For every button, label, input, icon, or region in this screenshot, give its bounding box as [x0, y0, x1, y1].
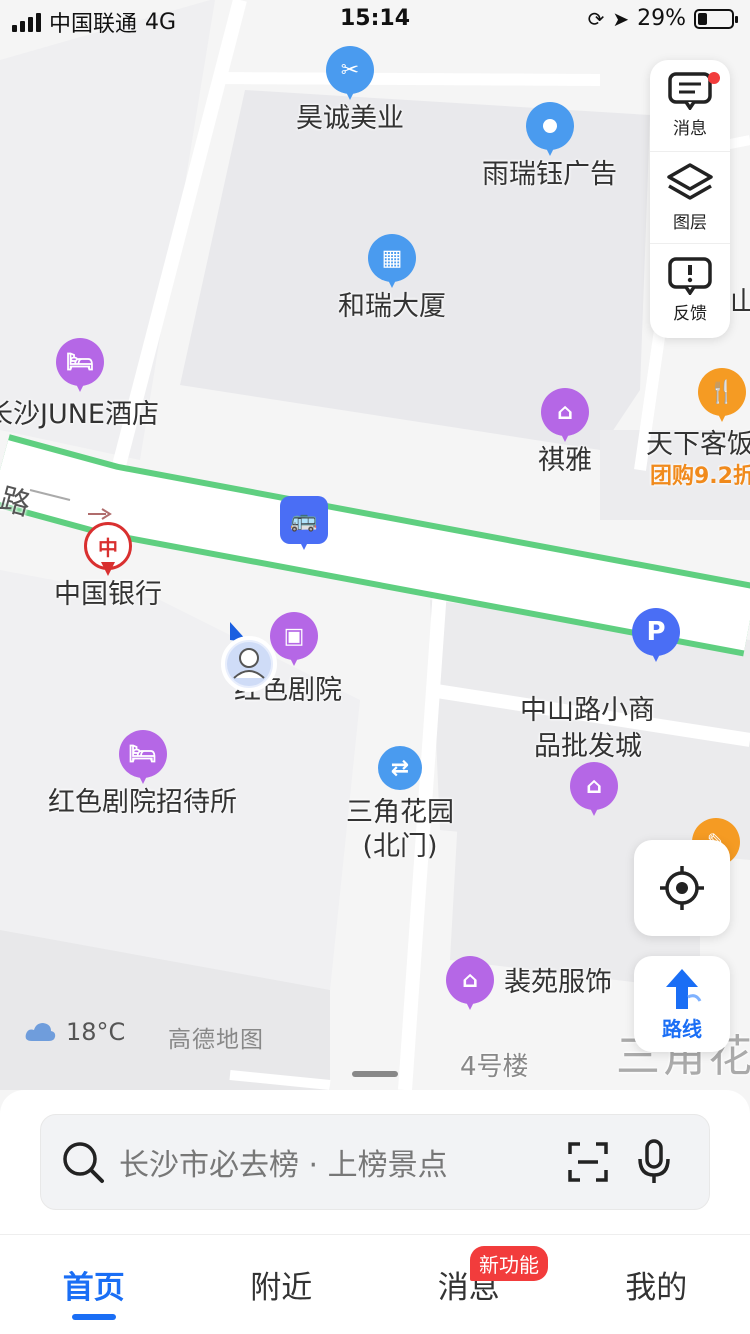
hotel-icon: 🛏	[118, 730, 167, 786]
tab-mine[interactable]: 我的	[563, 1235, 750, 1334]
user-location-marker[interactable]	[220, 620, 278, 692]
poi-peiyuan-label: 裴苑服饰	[504, 967, 612, 998]
battery-percent: 29%	[637, 6, 686, 31]
location-dot-icon	[525, 102, 574, 158]
poi-bank-of-china[interactable]: 中 中国银行	[54, 522, 162, 612]
poi-theater-guesthouse[interactable]: 🛏 红色剧院招待所	[48, 730, 237, 820]
building-icon: ▦	[368, 234, 416, 290]
bottom-sheet: 长沙市必去榜 · 上榜景点	[0, 1090, 750, 1240]
location-arrow-icon	[221, 622, 277, 692]
search-placeholder: 长沙市必去榜 · 上榜景点	[119, 1148, 448, 1183]
shop-icon[interactable]: ⌂	[570, 762, 618, 818]
poi-haocheng-beauty[interactable]: ✂ 昊诚美业	[296, 46, 404, 136]
feedback-label: 反馈	[673, 303, 707, 324]
map-tool-panel: 消息 图层 反馈	[650, 60, 730, 338]
building-4-label: 4号楼	[460, 1052, 529, 1082]
tab-home-label: 首页	[62, 1270, 125, 1306]
locate-me-button[interactable]	[634, 840, 730, 936]
parking-icon[interactable]: P	[632, 608, 680, 664]
entrance-icon: ⇄	[378, 746, 422, 796]
message-icon	[668, 72, 712, 110]
bank-icon: 中	[84, 522, 132, 578]
road-label-right: 山	[730, 287, 750, 318]
search-bar[interactable]: 长沙市必去榜 · 上榜景点	[40, 1114, 710, 1210]
poi-label: 雨瑞钰广告	[482, 159, 617, 190]
tab-bar: 首页 附近 消息 我的	[0, 1234, 750, 1334]
scan-icon[interactable]	[567, 1141, 609, 1183]
sheet-drag-handle[interactable]	[352, 1071, 398, 1077]
status-bar: 中国联通 4G 15:14 ⟳ ➤ 29%	[0, 0, 750, 40]
hotel-icon[interactable]: 🛏	[56, 338, 104, 394]
microphone-icon[interactable]	[637, 1139, 671, 1185]
location-services-icon: ➤	[612, 6, 630, 31]
messages-button[interactable]: 消息	[650, 60, 730, 152]
new-feature-badge: 新功能	[470, 1246, 548, 1281]
poi-zhongshan-mall-label-2: 品批发城	[534, 731, 642, 762]
poi-yurui-ads[interactable]: 雨瑞钰广告	[482, 102, 617, 192]
tab-nearby-label: 附近	[250, 1270, 313, 1306]
tab-home[interactable]: 首页	[0, 1235, 188, 1334]
poi-label: 三角花园	[346, 797, 454, 828]
feedback-icon	[668, 256, 712, 295]
route-arrow-icon	[666, 968, 702, 1009]
tab-nearby[interactable]: 附近	[188, 1235, 376, 1334]
poi-zhongshan-mall-label-1: 中山路小商	[520, 695, 655, 726]
clothing-shop-icon[interactable]: ⌂	[446, 956, 494, 1012]
poi-tianxia-label: 天下客饭	[646, 429, 750, 460]
poi-label: 昊诚美业	[296, 103, 404, 134]
poi-qiya[interactable]: ⌂ 祺雅	[538, 388, 592, 478]
layers-button[interactable]: 图层	[650, 152, 730, 244]
poi-label: 红色剧院招待所	[48, 787, 237, 818]
route-button[interactable]: 路线	[634, 956, 730, 1052]
poi-sanjiao-garden-north[interactable]: ⇄ 三角花园 (北门)	[346, 746, 454, 864]
weather-widget[interactable]: 18°C	[24, 1018, 125, 1046]
map-brand-logo: 高德地图	[168, 1027, 264, 1053]
crosshair-icon	[660, 866, 704, 910]
poi-label-sub: (北门)	[362, 831, 438, 862]
bus-stop-icon[interactable]: 🚌	[280, 496, 328, 552]
poi-june-hotel-label: 长沙JUNE酒店	[0, 399, 159, 430]
layers-icon	[667, 163, 713, 200]
poi-label: 和瑞大厦	[338, 291, 446, 322]
messages-label: 消息	[673, 119, 707, 139]
search-icon	[63, 1142, 104, 1183]
shop-icon: ⌂	[541, 388, 589, 444]
tab-mine-label: 我的	[625, 1270, 688, 1306]
rotation-lock-icon: ⟳	[587, 6, 605, 31]
active-tab-indicator	[71, 1314, 116, 1320]
poi-label: 中国银行	[54, 579, 162, 610]
restaurant-icon[interactable]: 🍴	[698, 368, 746, 424]
unread-dot	[708, 72, 720, 84]
layers-label: 图层	[673, 213, 707, 233]
poi-herui-building[interactable]: ▦ 和瑞大厦	[338, 234, 446, 324]
battery-icon	[694, 8, 738, 29]
poi-label: 祺雅	[538, 445, 592, 476]
temperature: 18°C	[66, 1018, 126, 1046]
poi-tianxia-deal: 团购9.2折	[650, 464, 750, 489]
cloud-icon	[25, 1023, 56, 1041]
scissors-icon: ✂	[326, 46, 374, 102]
route-label: 路线	[662, 1016, 702, 1041]
feedback-button[interactable]: 反馈	[650, 244, 730, 336]
